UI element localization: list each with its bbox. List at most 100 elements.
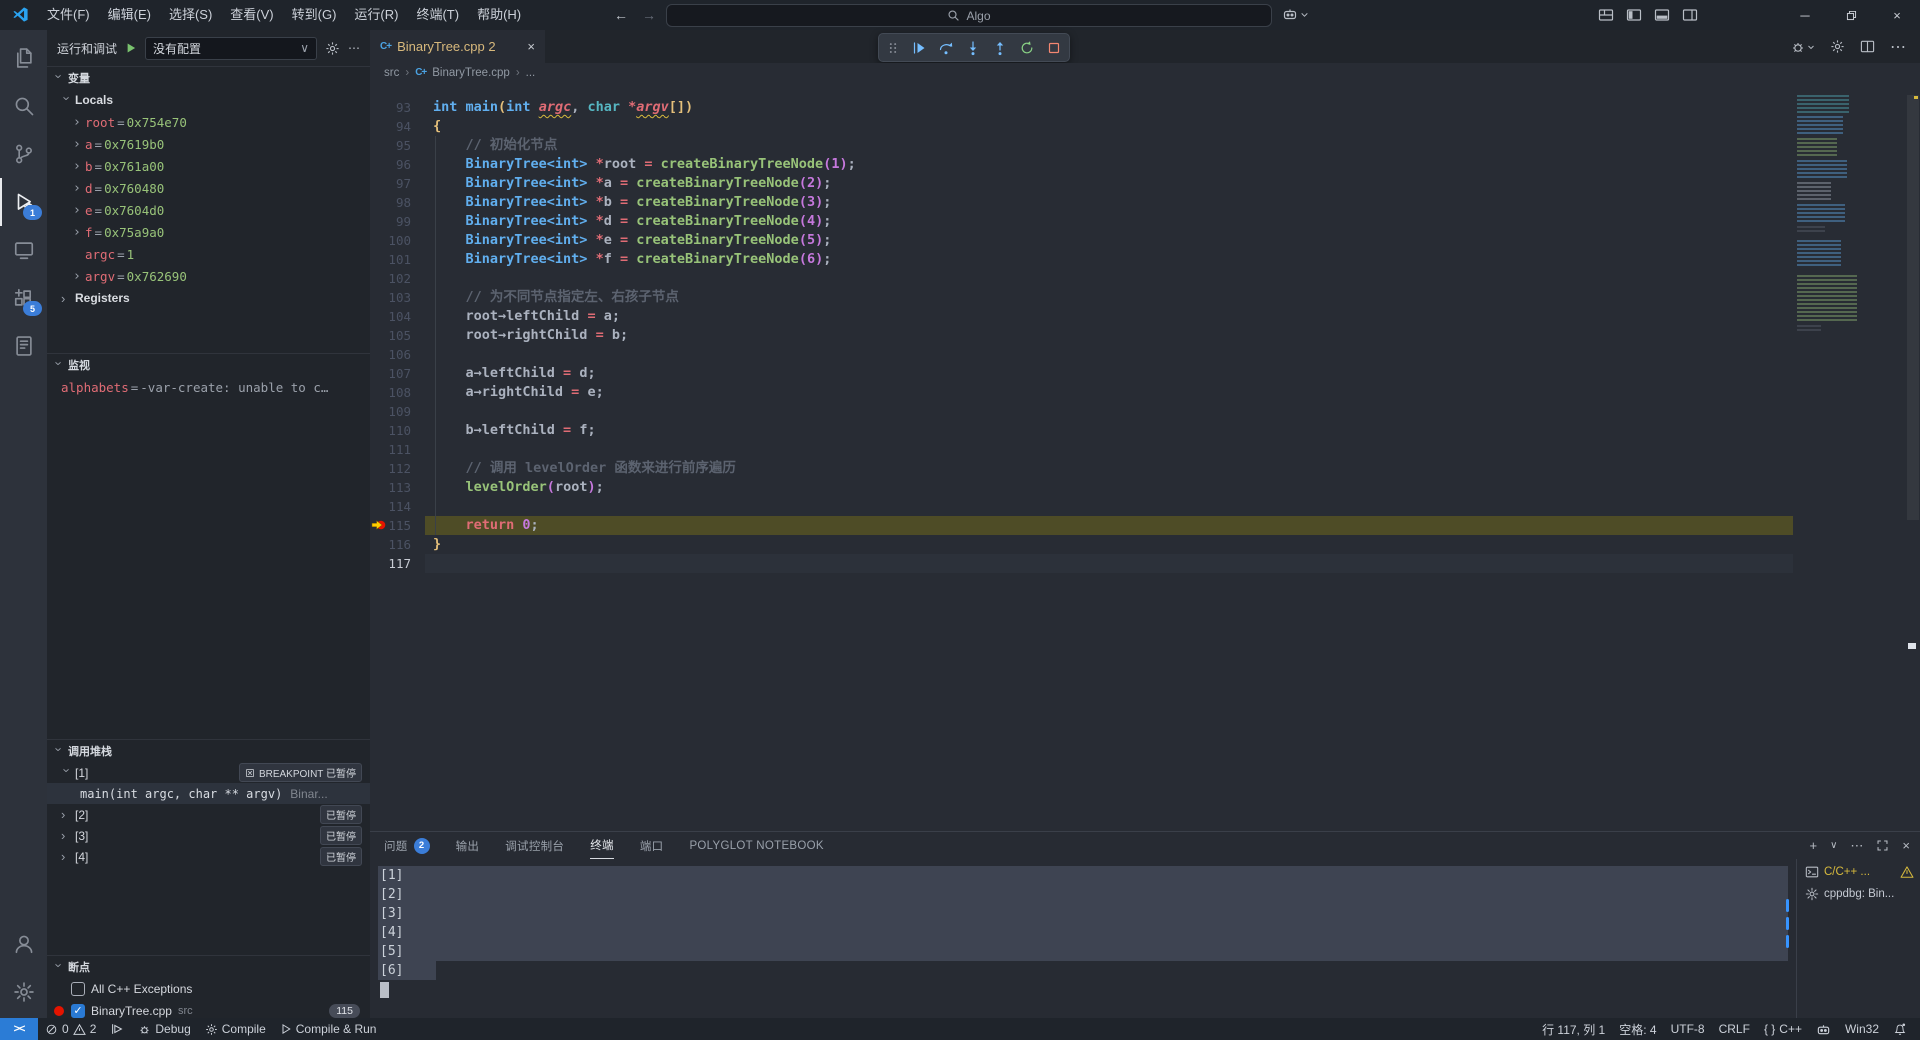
panel-tab[interactable]: 端口 bbox=[640, 832, 664, 859]
continue-button[interactable] bbox=[911, 40, 927, 56]
tab-binarytree-cpp[interactable]: C+ BinaryTree.cpp 2 × bbox=[370, 30, 545, 63]
variable-row[interactable]: argc = 1 bbox=[47, 243, 370, 265]
more-actions-icon[interactable]: ⋯ bbox=[1850, 838, 1863, 854]
scrollbar[interactable] bbox=[1906, 82, 1920, 832]
menu-item[interactable]: 查看(V) bbox=[221, 0, 282, 30]
new-terminal-icon[interactable]: + bbox=[1809, 838, 1817, 853]
search-icon[interactable] bbox=[0, 82, 47, 130]
breakpoint-row[interactable]: All C++ Exceptions bbox=[47, 978, 370, 1000]
callstack-frame[interactable]: ›[2]已暂停 bbox=[47, 804, 370, 825]
debug-task-button[interactable]: Debug bbox=[131, 1018, 197, 1040]
robot-icon[interactable] bbox=[1809, 1018, 1838, 1040]
menu-item[interactable]: 终端(T) bbox=[407, 0, 468, 30]
breakpoint-row[interactable]: ✓BinaryTree.cppsrc115 bbox=[47, 1000, 370, 1018]
variable-row[interactable]: ›b = 0x761a00 bbox=[47, 155, 370, 177]
eol-sequence[interactable]: CRLF bbox=[1712, 1018, 1757, 1040]
minimap[interactable] bbox=[1793, 82, 1876, 832]
language-mode[interactable]: { } C++ bbox=[1757, 1018, 1809, 1040]
variable-row[interactable]: ›a = 0x7619b0 bbox=[47, 133, 370, 155]
debug-config-dropdown[interactable]: 没有配置 ∨ bbox=[145, 37, 317, 60]
variable-row[interactable]: ›argv = 0x762690 bbox=[47, 265, 370, 287]
panel-tab[interactable]: 调试控制台 bbox=[505, 832, 564, 859]
restart-button[interactable] bbox=[1019, 40, 1035, 56]
gear-icon[interactable] bbox=[325, 41, 340, 56]
menu-item[interactable]: 选择(S) bbox=[160, 0, 221, 30]
current-breakpoint-icon[interactable] bbox=[371, 517, 387, 533]
breakpoint-checkbox[interactable]: ✓ bbox=[71, 1004, 85, 1018]
problems-status[interactable]: 0 2 bbox=[38, 1018, 103, 1040]
platform-status[interactable]: Win32 bbox=[1838, 1018, 1886, 1040]
step-out-button[interactable] bbox=[992, 40, 1008, 56]
panel-tab[interactable]: 输出 bbox=[456, 832, 480, 859]
toggle-secondary-sidebar-icon[interactable] bbox=[1682, 7, 1698, 23]
cursor-position[interactable]: 行 117, 列 1 bbox=[1535, 1018, 1612, 1040]
maximize-panel-icon[interactable] bbox=[1876, 839, 1889, 852]
breakpoint-checkbox[interactable] bbox=[71, 982, 85, 996]
panel-tab[interactable]: 问题2 bbox=[384, 832, 430, 859]
terminal-session-item[interactable]: C/C++ ... bbox=[1797, 861, 1920, 883]
menu-item[interactable]: 运行(R) bbox=[345, 0, 407, 30]
copilot-icon[interactable] bbox=[1282, 6, 1309, 22]
command-center[interactable]: Algo bbox=[666, 4, 1272, 27]
forward-button[interactable]: → bbox=[640, 6, 658, 24]
menu-item[interactable]: 文件(F) bbox=[38, 0, 99, 30]
code-editor[interactable]: 93int main(int argc, char *argv[])94{95 … bbox=[370, 82, 1920, 832]
close-panel-icon[interactable]: × bbox=[1902, 838, 1910, 853]
watch-row[interactable]: alphabets = -var-create: unable to cre bbox=[47, 376, 370, 398]
variable-row[interactable]: ›e = 0x7604d0 bbox=[47, 199, 370, 221]
panel-tab[interactable]: 终端 bbox=[590, 832, 614, 859]
indentation[interactable]: 空格: 4 bbox=[1612, 1018, 1663, 1040]
scrollbar-thumb[interactable] bbox=[1907, 95, 1919, 520]
callstack-frame[interactable]: ›[4]已暂停 bbox=[47, 846, 370, 867]
more-actions-icon[interactable]: ⋯ bbox=[1890, 37, 1906, 57]
breadcrumb-folder[interactable]: src bbox=[384, 67, 399, 79]
split-editor-icon[interactable] bbox=[1860, 39, 1875, 54]
restore-button[interactable] bbox=[1828, 0, 1874, 30]
compile-task-button[interactable]: Compile bbox=[198, 1018, 273, 1040]
variable-row[interactable]: ›f = 0x75a9a0 bbox=[47, 221, 370, 243]
notifications-bell-icon[interactable] bbox=[1886, 1018, 1914, 1040]
panel-tab[interactable]: POLYGLOT NOTEBOOK bbox=[689, 832, 823, 859]
toggle-sidebar-icon[interactable] bbox=[1626, 7, 1642, 23]
menu-item[interactable]: 转到(G) bbox=[283, 0, 346, 30]
more-actions-icon[interactable]: ⋯ bbox=[348, 41, 360, 55]
toggle-panel-icon[interactable] bbox=[1654, 7, 1670, 23]
terminal-session-item[interactable]: cppdbg: Bin... bbox=[1797, 883, 1920, 905]
notebook-icon[interactable] bbox=[0, 322, 47, 370]
remote-explorer-icon[interactable] bbox=[0, 226, 47, 274]
customize-layout-icon[interactable] bbox=[1598, 7, 1614, 23]
run-debug-icon[interactable]: 1 bbox=[0, 178, 47, 226]
variable-row[interactable]: ›d = 0x760480 bbox=[47, 177, 370, 199]
close-tab-icon[interactable]: × bbox=[527, 39, 535, 54]
menu-item[interactable]: 帮助(H) bbox=[468, 0, 530, 30]
explorer-icon[interactable] bbox=[0, 34, 47, 82]
run-status-icon[interactable] bbox=[103, 1018, 131, 1040]
stack-frame-main[interactable]: main(int argc, char ** argv)Binar... bbox=[47, 783, 370, 804]
settings-icon[interactable] bbox=[0, 968, 47, 1016]
close-button[interactable]: × bbox=[1874, 0, 1920, 30]
breakpoints-header[interactable]: › 断点 bbox=[47, 956, 370, 978]
start-debug-icon[interactable] bbox=[125, 42, 137, 54]
source-control-icon[interactable] bbox=[0, 130, 47, 178]
variables-scope[interactable]: ›Registers bbox=[47, 287, 370, 309]
gear-icon[interactable] bbox=[1830, 39, 1845, 54]
back-button[interactable]: ← bbox=[612, 6, 630, 24]
drag-grip-icon[interactable] bbox=[886, 41, 900, 55]
chevron-down-icon[interactable]: ∨ bbox=[1830, 840, 1837, 851]
variables-scope[interactable]: ›Locals bbox=[47, 89, 370, 111]
encoding[interactable]: UTF-8 bbox=[1664, 1018, 1712, 1040]
menu-item[interactable]: 编辑(E) bbox=[99, 0, 160, 30]
step-into-button[interactable] bbox=[965, 40, 981, 56]
extensions-icon[interactable]: 5 bbox=[0, 274, 47, 322]
variable-row[interactable]: ›root = 0x754e70 bbox=[47, 111, 370, 133]
breadcrumb-file[interactable]: BinaryTree.cpp bbox=[432, 67, 510, 79]
watch-header[interactable]: › 监视 bbox=[47, 354, 370, 376]
callstack-frame[interactable]: ›[3]已暂停 bbox=[47, 825, 370, 846]
breadcrumb-symbol[interactable]: ... bbox=[526, 67, 536, 79]
remote-indicator[interactable]: >< bbox=[0, 1018, 38, 1040]
stop-button[interactable] bbox=[1046, 40, 1062, 56]
minimize-button[interactable]: ─ bbox=[1782, 0, 1828, 30]
accounts-icon[interactable] bbox=[0, 920, 47, 968]
variables-header[interactable]: › 变量 bbox=[47, 67, 370, 89]
step-over-button[interactable] bbox=[938, 40, 954, 56]
